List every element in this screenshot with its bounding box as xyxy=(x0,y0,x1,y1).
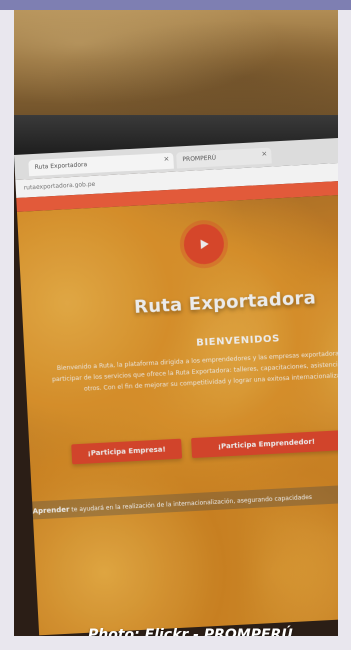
hero-section: Ruta Exportadora BIENVENIDOS Bienvenido … xyxy=(16,192,338,636)
image-frame: Ruta Exportadora × PROMPERÚ × rutaexport… xyxy=(0,0,351,650)
address-text: rutaexportadora.gob.pe xyxy=(23,180,96,192)
close-icon[interactable]: × xyxy=(261,150,267,158)
photo: Ruta Exportadora × PROMPERÚ × rutaexport… xyxy=(14,10,338,636)
welcome-description: Bienvenido a Ruta, la plataforma dirigid… xyxy=(51,348,338,393)
photo-credit: Photo: Flickr - PROMPERÚ xyxy=(88,627,293,636)
wood-desk-background xyxy=(14,10,338,122)
laptop-screen: Ruta Exportadora × PROMPERÚ × rutaexport… xyxy=(14,135,338,636)
browser-tab-2[interactable]: PROMPERÚ × xyxy=(176,147,272,169)
bottom-info-body: te ayudará en la realización de la inter… xyxy=(71,493,313,514)
bottom-info-strip xyxy=(32,481,338,520)
play-icon xyxy=(200,239,209,250)
bottom-info-lead: Aprender xyxy=(32,505,70,516)
participa-emprendedor-button[interactable]: ¡Participa Emprendedor! xyxy=(191,430,338,459)
bottom-info-text: Aprender te ayudará en la realización de… xyxy=(32,488,338,516)
close-icon[interactable]: × xyxy=(163,155,169,163)
welcome-heading: BIENVENIDOS xyxy=(195,333,281,349)
top-accent-bar xyxy=(0,0,351,10)
hero-title: Ruta Exportadora xyxy=(133,287,317,318)
play-button[interactable] xyxy=(182,223,225,266)
browser-tab-1-label: Ruta Exportadora xyxy=(34,161,88,171)
participa-empresa-button[interactable]: ¡Participa Empresa! xyxy=(71,438,183,465)
browser-tab-2-label: PROMPERÚ xyxy=(182,154,217,164)
